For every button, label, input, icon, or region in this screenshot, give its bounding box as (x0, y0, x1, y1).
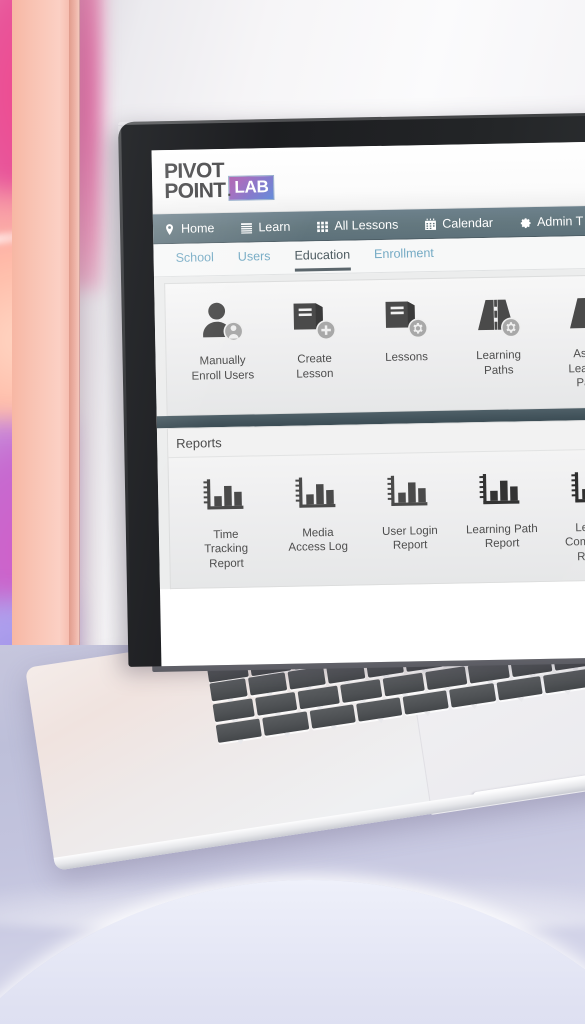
nav-label: All Lessons (334, 217, 399, 233)
tile-create-lesson[interactable]: Create Lesson (269, 294, 359, 382)
key[interactable] (248, 672, 288, 696)
laptop: PIVOT POINT LAB Home (0, 0, 585, 1024)
list-lines-icon (241, 222, 253, 234)
tile-label: Lesson Completion Report (564, 521, 585, 563)
tile-user-login-report[interactable]: User Login Report (365, 466, 455, 554)
bar-chart-icon (457, 464, 546, 516)
book-icon (361, 293, 450, 345)
key[interactable] (496, 676, 543, 701)
tile-lessons[interactable]: Lessons (361, 293, 450, 366)
key[interactable] (449, 683, 497, 708)
nav-label: Learn (258, 219, 291, 235)
key[interactable] (402, 690, 450, 715)
nav-item-all-lessons[interactable]: All Lessons (316, 218, 398, 234)
tile-label: User Login Report (381, 524, 438, 552)
key[interactable] (262, 711, 309, 736)
road-icon (545, 289, 585, 341)
tab-enrollment[interactable]: Enrollment (374, 246, 434, 270)
tile-time-tracking-report[interactable]: Time Tracking Report (181, 470, 271, 572)
tile-media-access-log[interactable]: Media Access Log (273, 468, 363, 556)
tab-education[interactable]: Education (294, 247, 351, 272)
key[interactable] (425, 666, 468, 691)
logo-line-2: POINT (164, 178, 226, 202)
key[interactable] (215, 718, 263, 743)
logo-lab-badge: LAB (228, 174, 275, 201)
bar-chart-icon (365, 466, 454, 518)
tile-label: Create Lesson (296, 352, 334, 381)
content-area: Manually Enroll Users Create Lesson Less… (153, 267, 585, 590)
gear-icon (520, 217, 531, 228)
lid-left-highlight (118, 125, 131, 627)
grid-dots-icon (317, 221, 329, 232)
key[interactable] (309, 704, 356, 729)
nav-label: Home (180, 221, 215, 236)
reports-tiles: Time Tracking Report Media Access Log Us… (168, 448, 585, 588)
tile-manually-enroll-users[interactable]: Manually Enroll Users (177, 296, 267, 384)
nav-item-admin-tools[interactable]: Admin T (519, 214, 584, 229)
nav-item-home[interactable]: Home (163, 221, 215, 236)
nav-label: Admin T (536, 214, 584, 229)
bar-chart-icon (181, 470, 270, 522)
tab-users[interactable]: Users (238, 249, 271, 273)
education-panel: Manually Enroll Users Create Lesson Less… (164, 273, 585, 416)
logo[interactable]: PIVOT POINT LAB (164, 158, 275, 203)
tile-label: Learning Path Report (465, 522, 538, 551)
key[interactable] (297, 685, 340, 710)
location-pin-icon (166, 223, 173, 235)
tile-label: Media Access Log (288, 526, 349, 554)
education-tiles: Manually Enroll Users Create Lesson Less… (165, 275, 585, 415)
user-add-icon (177, 296, 266, 348)
reports-panel: Reports Time Tracking Report Media Acces… (166, 418, 585, 590)
tile-learning-path-report[interactable]: Learning Path Report (457, 464, 547, 552)
tab-school[interactable]: School (175, 250, 214, 274)
road-icon (453, 291, 542, 343)
key[interactable] (255, 691, 298, 716)
tile-assign-learning-paths[interactable]: Assign Learning Paths (545, 289, 585, 391)
tile-label: Assign Learning Paths (568, 347, 585, 390)
nav-label: Calendar (442, 215, 494, 231)
key[interactable] (382, 672, 425, 697)
book-icon (269, 294, 358, 346)
nav-item-calendar[interactable]: Calendar (424, 216, 493, 231)
bar-chart-icon (273, 468, 362, 520)
key[interactable] (287, 666, 327, 690)
bar-chart-icon (549, 463, 585, 515)
lid-top-highlight (118, 112, 585, 125)
key[interactable] (212, 698, 255, 723)
tile-lesson-completion-report[interactable]: Lesson Completion Report (549, 463, 585, 565)
logo-lab-text: LAB (234, 176, 269, 197)
key[interactable] (543, 668, 585, 694)
laptop-lid: PIVOT POINT LAB Home (118, 112, 585, 667)
tile-label: Manually Enroll Users (191, 354, 255, 383)
screen: PIVOT POINT LAB Home (151, 140, 585, 667)
tile-label: Time Tracking Report (204, 528, 249, 570)
tile-label: Lessons (385, 351, 429, 364)
logo-wordmark: PIVOT POINT (164, 158, 226, 202)
tile-label: Learning Paths (476, 349, 522, 377)
key[interactable] (209, 678, 249, 702)
tile-learning-paths[interactable]: Learning Paths (453, 291, 543, 379)
nav-item-learn[interactable]: Learn (240, 219, 291, 235)
app-header: PIVOT POINT LAB (151, 140, 585, 215)
calendar-icon (425, 217, 437, 230)
